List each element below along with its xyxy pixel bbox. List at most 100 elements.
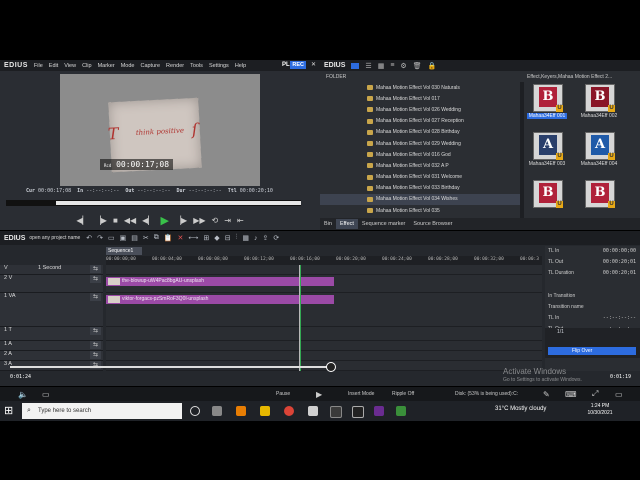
track-sync-icon[interactable]: ⇆	[90, 293, 101, 301]
stop-icon[interactable]: ■	[113, 216, 118, 225]
tile-icon[interactable]: ▦	[378, 62, 385, 70]
folder-item[interactable]: Mahaa Motion Effect Vol 026 Wedding	[320, 104, 520, 115]
menu-render[interactable]: Render	[166, 63, 184, 69]
render-icon[interactable]: ▦	[242, 234, 249, 242]
close-icon[interactable]: ✕	[311, 61, 316, 68]
effect-thumbnail[interactable]: AU	[585, 132, 615, 160]
paste-icon[interactable]: 📋	[164, 234, 173, 242]
track-lane[interactable]	[106, 327, 542, 341]
zoom-slider-knob[interactable]	[326, 362, 336, 372]
menu-tools[interactable]: Tools	[190, 63, 203, 69]
windows-start-icon[interactable]: ⊞	[4, 404, 16, 418]
folder-item[interactable]: Mahaa Motion Effect Vol 029 Wedding	[320, 138, 520, 149]
list-icon[interactable]: ≡	[390, 62, 394, 69]
chat-icon[interactable]: ▭	[42, 390, 50, 399]
menu-view[interactable]: View	[64, 63, 76, 69]
timeline-ruler[interactable]: 00:00:00;00 00:00:04;00 00:00:08;00 00:00:1…	[106, 256, 542, 265]
folder-item[interactable]: Mahaa Motion Effect Vol 034 Wishes	[320, 193, 520, 206]
track-header[interactable]: 1 A ⇆	[0, 341, 103, 351]
tab-effect[interactable]: Effect	[335, 219, 358, 229]
player-scrubber[interactable]	[6, 200, 301, 206]
insert-mode-label[interactable]: Insert Mode	[348, 391, 374, 397]
folder-item[interactable]: Mahaa Motion Effect Vol 027 Reception	[320, 116, 520, 127]
folder-scrollbar[interactable]	[520, 82, 524, 218]
flip-over-item[interactable]: Flip Over	[548, 347, 636, 355]
new-sequence-icon[interactable]: ▭	[108, 234, 115, 242]
track-lane[interactable]	[106, 341, 542, 351]
undo-icon[interactable]: ↶	[86, 234, 92, 242]
lock-icon[interactable]: 🔒	[428, 62, 437, 70]
folder-item[interactable]: Mahaa Motion Effect Vol 016 God	[320, 149, 520, 160]
speaker-icon[interactable]: 🔈	[18, 390, 28, 399]
premiere-icon[interactable]	[374, 406, 384, 416]
chrome-icon[interactable]	[284, 406, 294, 416]
menu-clip[interactable]: Clip	[82, 63, 91, 69]
monitor-icon[interactable]: ▭	[615, 390, 623, 399]
effect-thumbnail[interactable]: BU	[533, 180, 563, 208]
delete-clip-icon[interactable]: ✕	[178, 234, 184, 242]
track-sync-icon[interactable]: ⇆	[90, 275, 101, 283]
folder-item[interactable]: Mahaa Motion Effect Vol 030 Naturals	[320, 82, 520, 93]
folder-item[interactable]: Mahaa Motion Effect Vol 033 Birthday	[320, 183, 520, 194]
redo-icon[interactable]: ↷	[97, 234, 103, 242]
track-sync-icon[interactable]: ⇆	[90, 341, 101, 349]
cut-icon[interactable]: ✂	[143, 234, 149, 242]
set-out-icon[interactable]: ▕▶	[95, 216, 107, 225]
effect-thumbnail[interactable]: BU	[585, 84, 615, 112]
ripple-icon[interactable]: ⟷	[188, 234, 198, 242]
folder-item[interactable]: Mahaa Motion Effect Vol 017	[320, 93, 520, 104]
track-lane[interactable]	[106, 265, 542, 275]
save-icon[interactable]: ▤	[131, 234, 138, 242]
folder-item[interactable]: Mahaa Motion Effect Vol 035	[320, 205, 520, 216]
settings-icon[interactable]: ⚙	[400, 62, 406, 70]
tab-bin[interactable]: Bin	[320, 219, 336, 229]
track-header[interactable]: 1 T ⇆	[0, 327, 103, 341]
track-header[interactable]: 1 VA ⇆	[0, 293, 103, 327]
menu-help[interactable]: Help	[235, 63, 246, 69]
menu-capture[interactable]: Capture	[140, 63, 160, 69]
folder-item[interactable]: Mahaa Motion Effect Vol 028 Birthday	[320, 127, 520, 138]
folder-item[interactable]: Mahaa Motion Effect Vol 032 A P	[320, 160, 520, 171]
copy-icon[interactable]: ⧉	[154, 234, 159, 242]
system-clock[interactable]: 1:24 PM 10/30/2021	[585, 403, 615, 417]
set-in-icon[interactable]: ◀▏	[76, 216, 88, 225]
menu-mode[interactable]: Mode	[121, 63, 135, 69]
insert-icon[interactable]: ⇥	[224, 216, 231, 225]
effect-thumbnail[interactable]: BU	[533, 84, 563, 112]
play-icon[interactable]: ▶	[160, 214, 168, 227]
export-icon[interactable]: ⇪	[262, 234, 268, 242]
expand-icon[interactable]: ⤢	[592, 389, 598, 399]
menu-edit[interactable]: Edit	[49, 63, 58, 69]
vlc-icon[interactable]	[236, 406, 246, 416]
active-app-icon[interactable]	[396, 406, 406, 416]
step-back-icon[interactable]: ◀▏	[142, 216, 154, 225]
sequence-tab[interactable]: Sequence1	[106, 247, 142, 255]
fast-forward-icon[interactable]: ▶▶	[193, 216, 205, 225]
step-forward-icon[interactable]: ▕▶	[175, 216, 187, 225]
track-sync-icon[interactable]: ⇆	[90, 265, 101, 273]
audio-icon[interactable]: ♪	[254, 235, 258, 242]
task-view-icon[interactable]	[190, 406, 200, 416]
photos-icon[interactable]	[308, 406, 318, 416]
pen-icon[interactable]: ✎	[543, 390, 550, 399]
tab-source-browser[interactable]: Source Browser	[409, 219, 456, 229]
menu-marker[interactable]: Marker	[98, 63, 115, 69]
split-icon[interactable]: ⫶	[236, 234, 238, 242]
taskbar-search-input[interactable]: ⌕ Type here to search	[22, 403, 182, 419]
sync-icon[interactable]: ⟳	[273, 234, 279, 242]
loop-icon[interactable]: ⟲	[212, 216, 219, 225]
status-play-icon[interactable]: ▶	[316, 390, 322, 399]
weather-widget[interactable]: 31°C Mostly cloudy	[495, 406, 546, 412]
ripple-label[interactable]: Ripple Off	[392, 391, 414, 397]
store-icon[interactable]	[330, 406, 342, 418]
group-icon[interactable]: ⊟	[225, 234, 231, 242]
rec-indicator[interactable]: REC	[290, 61, 306, 69]
tree-icon[interactable]: ☰	[365, 62, 371, 70]
tab-sequence-marker[interactable]: Sequence marker	[358, 219, 409, 229]
track-header[interactable]: 2 A ⇆	[0, 351, 103, 361]
menu-settings[interactable]: Settings	[209, 63, 229, 69]
file-explorer-icon[interactable]	[260, 406, 270, 416]
track-header[interactable]: 2 V ⇆	[0, 275, 103, 293]
track-sync-icon[interactable]: ⇆	[90, 327, 101, 335]
keyboard-icon[interactable]: ⌨	[565, 390, 577, 399]
